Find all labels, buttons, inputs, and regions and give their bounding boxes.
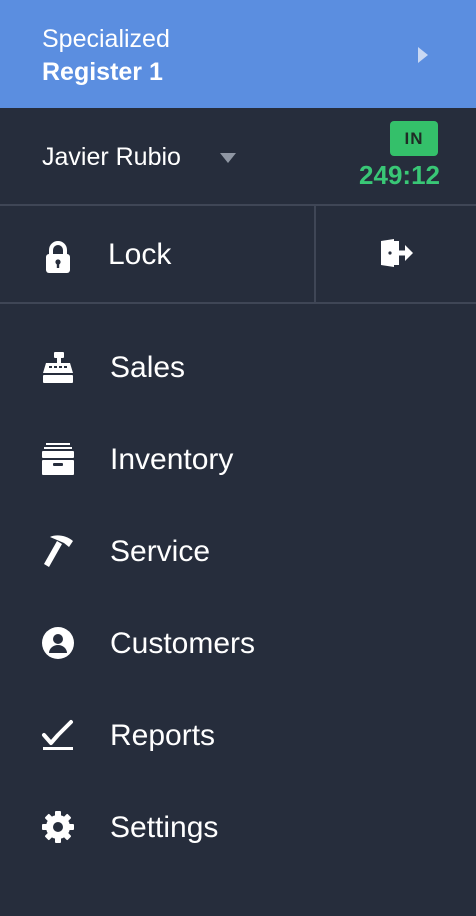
lock-button[interactable]: Lock	[0, 206, 314, 302]
register-header[interactable]: Specialized Register 1	[0, 0, 476, 108]
register-name: Register 1	[42, 58, 163, 86]
chart-line-icon	[42, 720, 73, 750]
sidebar-item-label: Settings	[110, 811, 219, 844]
caret-right-icon	[418, 47, 428, 63]
status-badge: IN	[390, 121, 438, 156]
sidebar-item-customers[interactable]: Customers	[0, 598, 476, 690]
clock-time: 249:12	[359, 160, 440, 190]
logout-icon	[381, 239, 413, 267]
archive-box-icon	[42, 443, 74, 475]
sidebar-item-label: Reports	[110, 719, 216, 752]
sidebar-item-service[interactable]: Service	[0, 506, 476, 598]
sidebar-item-label: Inventory	[110, 443, 234, 476]
sidebar-item-settings[interactable]: Settings	[0, 782, 476, 874]
hammer-icon	[44, 535, 73, 567]
cash-register-icon	[43, 352, 73, 383]
user-circle-icon	[42, 627, 74, 659]
lock-label: Lock	[108, 238, 172, 271]
sidebar-item-reports[interactable]: Reports	[0, 690, 476, 782]
chevron-down-icon[interactable]	[220, 153, 236, 163]
sidebar-item-inventory[interactable]: Inventory	[0, 414, 476, 506]
lock-icon	[46, 241, 70, 273]
lock-row: Lock	[0, 206, 476, 304]
sidebar-item-sales[interactable]: Sales	[0, 322, 476, 414]
user-name[interactable]: Javier Rubio	[42, 142, 181, 172]
sidebar-item-label: Customers	[110, 627, 256, 660]
store-name: Specialized	[42, 25, 170, 53]
logout-button[interactable]	[316, 206, 476, 302]
gear-icon	[42, 811, 74, 843]
sidebar-item-label: Service	[110, 535, 211, 568]
sidebar-item-label: Sales	[110, 351, 186, 384]
